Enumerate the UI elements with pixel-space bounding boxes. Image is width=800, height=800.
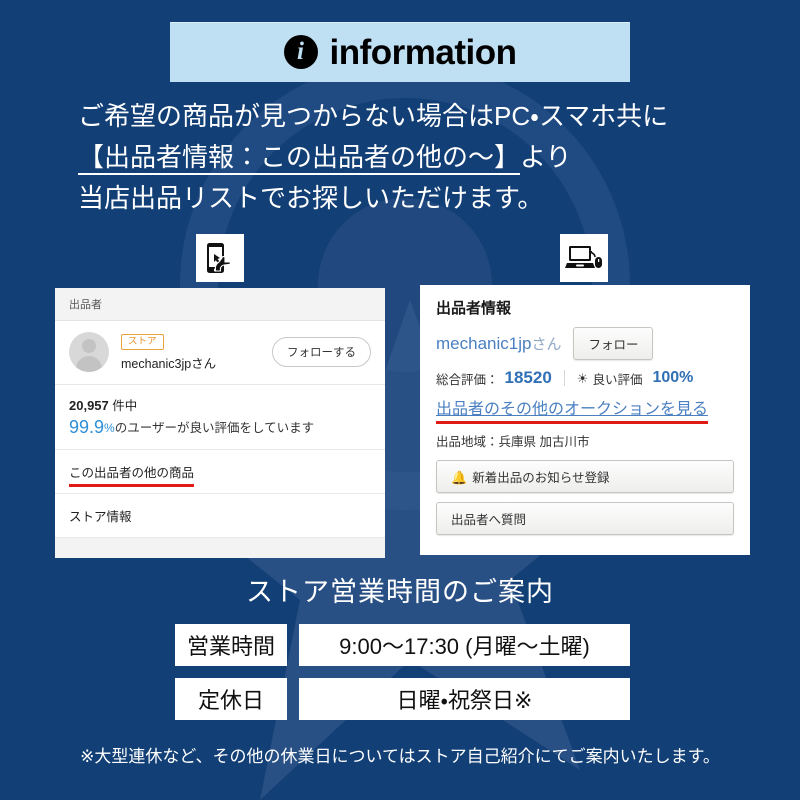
hours-title: ストア営業時間のご案内 xyxy=(246,577,554,607)
pc-notify-button[interactable]: 🔔 新着出品のお知らせ登録 xyxy=(436,460,734,493)
lead-line-2-tail: より xyxy=(520,142,572,172)
sp-rating-text: のユーザーが良い評価をしています xyxy=(114,421,315,436)
hours-row-key: 定休日 xyxy=(175,678,287,720)
pc-question-button[interactable]: 出品者へ質問 xyxy=(436,502,734,535)
sp-rating-count-suffix: 件中 xyxy=(112,399,138,414)
pc-total-rating-label: 総合評価： xyxy=(436,372,499,387)
sp-user-row: ストア mechanic3jpさん フォローする xyxy=(55,321,385,386)
sp-rating-block: 20,957 件中 99.9%のユーザーが良い評価をしています xyxy=(55,385,385,451)
pc-username-suffix: さん xyxy=(531,336,562,353)
banner-title: information xyxy=(329,32,517,72)
pc-username[interactable]: mechanic1jpさん xyxy=(436,333,561,354)
bell-icon: 🔔 xyxy=(451,470,468,485)
pc-button-group: 🔔 新着出品のお知らせ登録 出品者へ質問 xyxy=(436,460,734,535)
pc-other-auctions-link[interactable]: 出品者のその他のオークションを見る xyxy=(436,395,709,424)
pc-follow-button[interactable]: フォロー xyxy=(573,327,654,360)
pc-good-rating-label: 良い評価 xyxy=(592,372,643,387)
hours-row-value: 日曜・祝祭日※ xyxy=(299,678,630,720)
pc-stats-row: 総合評価： 18520 ☀ 良い評価 100% xyxy=(436,368,734,388)
hours-note: ※大型連休など、その他の休業日についてはストア自己紹介にてご案内いたします。 xyxy=(80,747,720,766)
sp-card-header: 出品者 xyxy=(55,288,385,321)
smartphone-touch-icon xyxy=(196,234,244,282)
sp-store-info-link[interactable]: ストア情報 xyxy=(55,494,385,539)
hours-row-key: 営業時間 xyxy=(175,624,287,666)
sp-other-items-link[interactable]: この出品者の他の商品 xyxy=(55,450,385,495)
seller-card-mobile: 出品者 ストア mechanic3jpさん フォローする 20,957 件中 9… xyxy=(55,288,385,559)
hours-row: 定休日 日曜・祝祭日※ xyxy=(175,678,630,720)
sp-rating-count-value: 20,957 xyxy=(69,398,109,414)
hours-row-value: 9:00〜17:30 (月曜〜土曜) xyxy=(299,624,630,666)
information-icon: i xyxy=(283,35,318,69)
pc-good-rating-value: 100% xyxy=(652,369,694,386)
sp-percent-symbol: % xyxy=(104,421,115,436)
pc-total-rating-value: 18520 xyxy=(504,368,552,387)
pc-area-label: 出品地域：兵庫県 加古川市 xyxy=(436,435,590,449)
lead-paragraph: ご希望の商品が見つからない場合はPC・スマホ共に 【出品者情報：この出品者の他の… xyxy=(78,96,738,219)
sp-username: mechanic3jpさん xyxy=(121,357,217,372)
seller-card-pc: 出品者情報 mechanic1jpさん フォロー 総合評価： 18520 ☀ 良… xyxy=(420,285,750,555)
sp-card-footer xyxy=(55,538,385,559)
laptop-mouse-icon xyxy=(560,234,608,282)
lead-line-3: 当店出品リストでお探しいただけます。 xyxy=(78,183,544,213)
pc-user-row: mechanic1jpさん フォロー xyxy=(436,327,734,360)
sp-store-info-label: ストア情報 xyxy=(69,510,132,525)
follow-button[interactable]: フォローする xyxy=(272,336,371,367)
sp-other-items-label: この出品者の他の商品 xyxy=(69,466,195,488)
pc-card-title: 出品者情報 xyxy=(436,300,512,317)
information-panel: i information ご希望の商品が見つからない場合はPC・スマホ共に 【… xyxy=(0,0,800,800)
sun-icon: ☀ xyxy=(576,370,589,386)
lead-line-2-underlined: 【出品者情報：この出品者の他の〜】 xyxy=(78,142,521,175)
lead-line-2: 【出品者情報：この出品者の他の〜】より xyxy=(78,137,738,178)
pc-username-text: mechanic1jp xyxy=(436,334,532,353)
sp-rating-percent-row: 99.9%のユーザーが良い評価をしています xyxy=(69,417,371,438)
store-badge: ストア xyxy=(121,334,164,351)
information-banner: i information xyxy=(170,22,630,82)
hours-table: 営業時間 9:00〜17:30 (月曜〜土曜) 定休日 日曜・祝祭日※ xyxy=(175,624,630,732)
sp-rating-percent: 99.9 xyxy=(69,417,105,438)
sp-rating-count: 20,957 件中 xyxy=(69,395,371,414)
pc-stats-divider xyxy=(563,370,565,386)
hours-row: 営業時間 9:00〜17:30 (月曜〜土曜) xyxy=(175,624,630,666)
lead-line-1: ご希望の商品が見つからない場合はPC・スマホ共に xyxy=(78,101,669,131)
avatar xyxy=(69,331,109,372)
pc-notify-label: 新着出品のお知らせ登録 xyxy=(472,471,610,485)
